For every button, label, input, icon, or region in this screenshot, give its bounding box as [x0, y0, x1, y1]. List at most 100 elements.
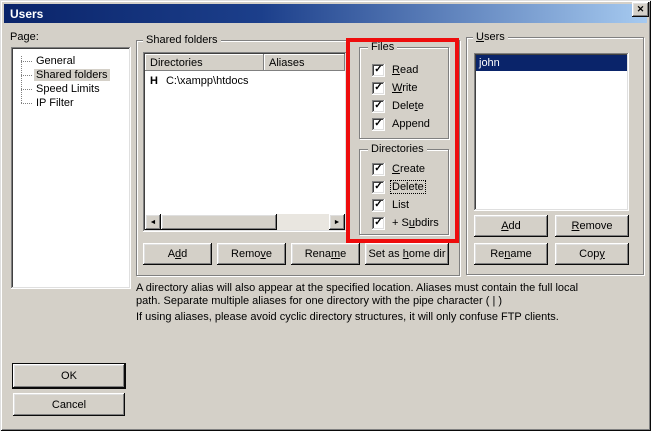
tree-branch-icon: [21, 89, 32, 90]
label-pre: Re: [490, 248, 504, 260]
label-post: emove: [579, 220, 612, 232]
checkbox-label: Write: [391, 82, 418, 94]
check-icon: ✓: [374, 199, 382, 210]
page-tree[interactable]: General Shared folders Speed Limits IP F…: [11, 47, 131, 289]
label-post: rite: [402, 82, 417, 94]
close-icon: ✕: [637, 4, 645, 15]
remove-user-button[interactable]: Remove: [555, 215, 629, 237]
shared-folders-caption: Shared folders: [143, 34, 221, 47]
rename-user-button[interactable]: Rename: [474, 243, 548, 265]
label-post: bdirs: [415, 217, 439, 229]
sidebar-item-speed-limits[interactable]: Speed Limits: [21, 82, 102, 96]
label-key: R: [392, 64, 400, 76]
help-text-line1: A directory alias will also appear at th…: [136, 282, 578, 294]
checkbox-files-write[interactable]: ✓ Write: [372, 81, 418, 95]
label-pre: Remo: [231, 248, 260, 260]
home-flag: H: [150, 75, 158, 87]
button-label: Rename: [490, 248, 532, 260]
checkbox-box[interactable]: ✓: [372, 100, 385, 113]
users-dialog: Users ✕ Page: General Shared folders Spe…: [0, 0, 651, 431]
label-pre: Rena: [305, 248, 331, 260]
label-key: C: [392, 163, 400, 175]
cancel-button[interactable]: Cancel: [13, 393, 125, 416]
checkbox-box[interactable]: ✓: [372, 199, 385, 212]
check-icon: ✓: [374, 181, 382, 192]
label-post: ead: [400, 64, 418, 76]
sidebar-item-shared-folders[interactable]: Shared folders: [21, 68, 110, 82]
checkbox-label: Create: [391, 163, 426, 175]
ok-button[interactable]: OK: [13, 364, 125, 388]
directories-group-caption: Directories: [368, 143, 427, 156]
checkbox-box[interactable]: ✓: [372, 217, 385, 230]
label-pre: Cop: [579, 248, 599, 260]
checkbox-dirs-subdirs[interactable]: ✓ + Subdirs: [372, 216, 440, 230]
add-folder-button[interactable]: Add: [143, 243, 212, 265]
list-header-row: Directories Aliases: [145, 54, 345, 71]
button-label: OK: [61, 370, 77, 382]
users-list[interactable]: john: [474, 53, 629, 211]
tree-branch-icon: [21, 61, 32, 62]
files-permissions-group: Files ✓ Read ✓ Write ✓ Delete ✓ Append: [359, 47, 449, 139]
checkbox-dirs-delete[interactable]: ✓ Delete: [372, 180, 425, 194]
check-icon: ✓: [374, 217, 382, 228]
check-icon: ✓: [374, 100, 382, 111]
checkbox-files-read[interactable]: ✓ Read: [372, 63, 419, 77]
label-pre: Dele: [392, 100, 415, 112]
button-label: Rename: [305, 248, 347, 260]
rename-folder-button[interactable]: Rename: [291, 243, 360, 265]
check-icon: ✓: [374, 163, 382, 174]
label-key: A: [501, 220, 508, 232]
column-header-aliases[interactable]: Aliases: [264, 54, 345, 71]
sidebar-item-general[interactable]: General: [21, 54, 77, 68]
copy-user-button[interactable]: Copy: [555, 243, 629, 265]
checkbox-box[interactable]: ✓: [372, 163, 385, 176]
checkbox-box[interactable]: ✓: [372, 181, 385, 194]
button-label: Remove: [572, 220, 613, 232]
help-text-line3: If using aliases, please avoid cyclic di…: [136, 311, 559, 323]
tree-branch-icon: [21, 75, 32, 76]
column-header-directories[interactable]: Directories: [145, 54, 264, 71]
add-user-button[interactable]: Add: [474, 215, 548, 237]
set-as-home-dir-button[interactable]: Set as home dir: [365, 243, 449, 265]
directory-row[interactable]: H C:\xampp\htdocs: [145, 73, 345, 88]
sidebar-item-label: General: [34, 55, 77, 67]
scroll-left-button[interactable]: ◄: [145, 214, 161, 230]
check-icon: ✓: [374, 82, 382, 93]
horizontal-scrollbar[interactable]: ◄ ►: [145, 214, 345, 230]
label-post: dd: [509, 220, 521, 232]
checkbox-box[interactable]: ✓: [372, 118, 385, 131]
checkbox-files-append[interactable]: ✓ Append: [372, 117, 431, 131]
label-post: e: [340, 248, 346, 260]
label-key: U: [476, 31, 484, 43]
files-group-caption: Files: [368, 41, 397, 54]
page-label: Page:: [10, 31, 39, 43]
checkbox-box[interactable]: ✓: [372, 82, 385, 95]
label-post: reate: [400, 163, 425, 175]
sidebar-item-label: Shared folders: [34, 69, 110, 81]
user-row-john[interactable]: john: [476, 55, 627, 71]
checkbox-box[interactable]: ✓: [372, 64, 385, 77]
scroll-right-button[interactable]: ►: [329, 214, 345, 230]
close-button[interactable]: ✕: [632, 2, 649, 17]
label-post: ome dir: [409, 248, 446, 260]
button-label: Set as home dir: [368, 248, 445, 260]
checkbox-dirs-list[interactable]: ✓ List: [372, 198, 410, 212]
label-post: ame: [510, 248, 531, 260]
checkbox-label: Delete: [391, 181, 425, 193]
checkbox-label: + Subdirs: [391, 217, 440, 229]
label-post: e: [266, 248, 272, 260]
window-title: Users: [10, 7, 43, 21]
user-name: john: [479, 57, 500, 69]
sidebar-item-ip-filter[interactable]: IP Filter: [21, 96, 76, 110]
checkbox-files-delete[interactable]: ✓ Delete: [372, 99, 425, 113]
remove-folder-button[interactable]: Remove: [217, 243, 286, 265]
directories-list[interactable]: Directories Aliases H C:\xampp\htdocs ◄ …: [143, 52, 347, 232]
label-post: sers: [484, 31, 505, 43]
titlebar[interactable]: Users: [4, 4, 647, 23]
checkbox-dirs-create[interactable]: ✓ Create: [372, 162, 426, 176]
label-post: d: [181, 248, 187, 260]
check-icon: ✓: [374, 118, 382, 129]
label-pre: + S: [392, 217, 409, 229]
scroll-thumb[interactable]: [161, 214, 277, 230]
button-label: Remove: [231, 248, 272, 260]
